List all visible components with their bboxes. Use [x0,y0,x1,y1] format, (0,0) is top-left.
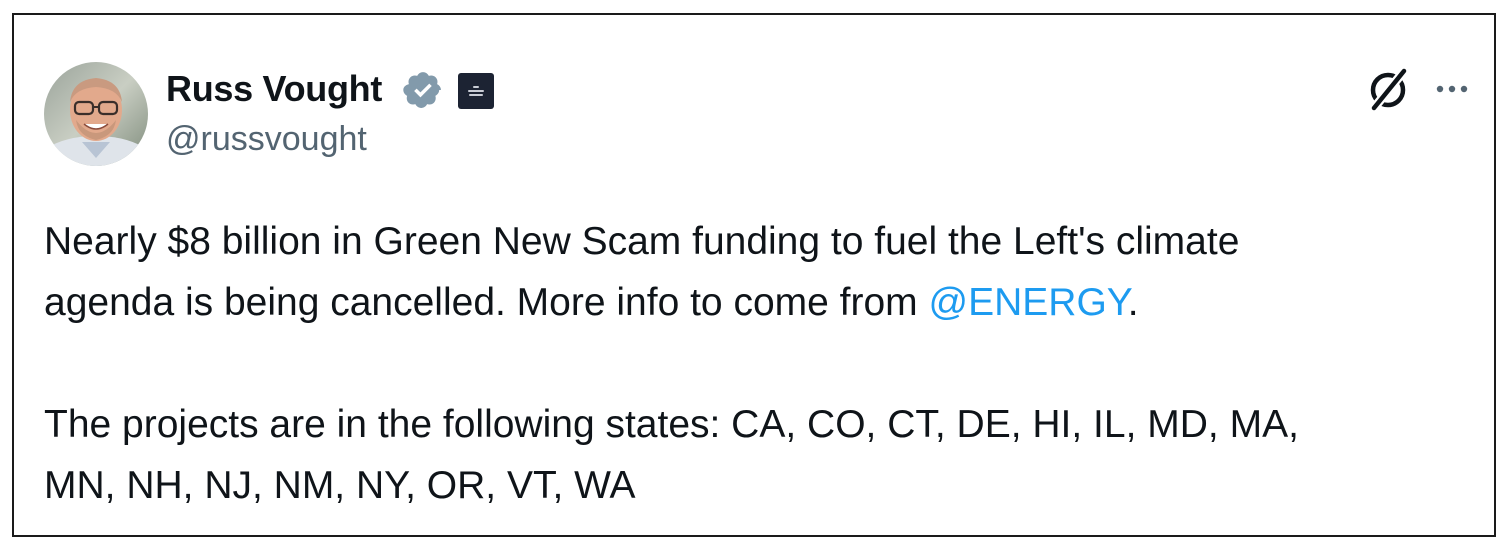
tweet-line-2-end: . [1127,281,1139,324]
verified-badge-icon[interactable] [402,69,444,111]
user-handle[interactable]: @russvought [166,119,367,159]
tweet-line-1: Nearly $8 billion in Green New Scam fund… [44,220,1240,263]
mention-link[interactable]: @ENERGY [929,281,1128,324]
tweet-line-2: agenda is being cancelled. More info to … [44,272,1464,333]
tweet-line-4: MN, NH, NJ, NM, NY, OR, VT, WA [44,464,636,507]
grok-icon[interactable] [1360,61,1416,117]
tweet-line-3: The projects are in the following states… [44,403,1299,446]
tweet-card: Russ Vought @russvought Nearly $8 billio… [12,13,1496,537]
tweet-line-2-text: agenda is being cancelled. More info to … [44,281,929,324]
more-options-icon[interactable] [1428,71,1476,107]
avatar[interactable] [44,62,148,166]
white-house-badge-icon[interactable] [458,73,494,109]
avatar-image [44,62,148,166]
display-name[interactable]: Russ Vought [166,69,382,109]
tweet-text: Nearly $8 billion in Green New Scam fund… [44,211,1464,516]
